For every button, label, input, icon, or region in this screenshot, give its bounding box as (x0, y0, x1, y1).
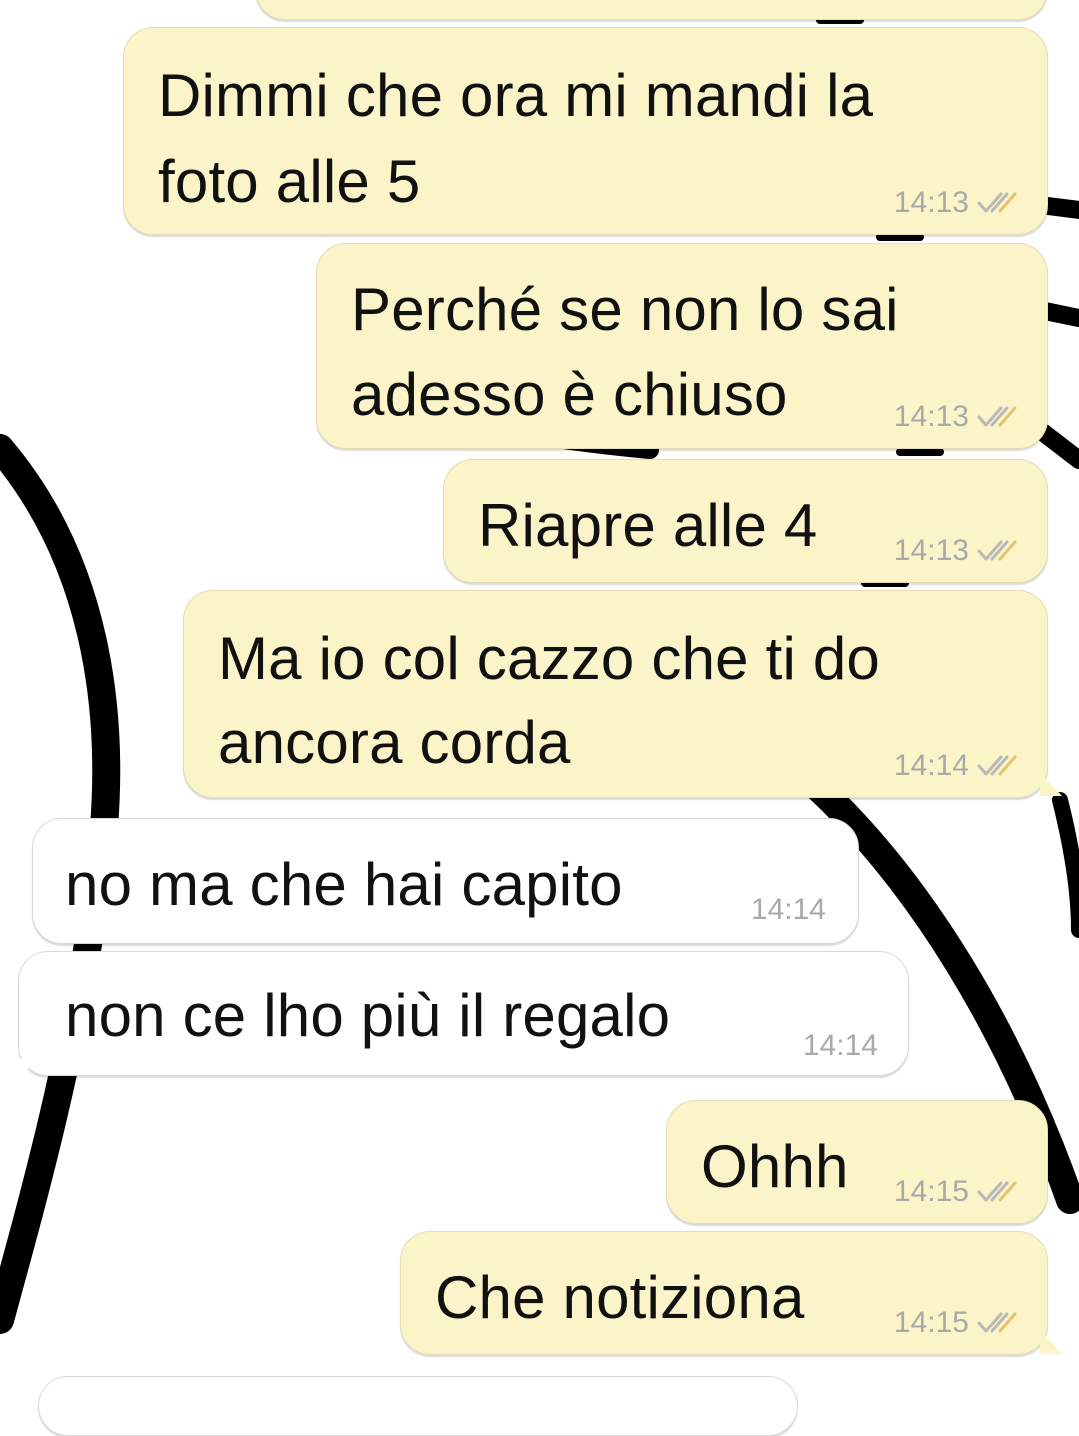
message-4-bubble[interactable]: Ma io col cazzo che ti do ancora corda 1… (183, 590, 1048, 798)
double-check-icon (977, 755, 1017, 776)
message-2-time: 14:13 (893, 400, 969, 433)
message-3-line-1: Riapre alle 4 (478, 492, 818, 559)
message-3-bubble[interactable]: Riapre alle 4 14:13 (443, 459, 1048, 583)
message-4-line-1: Ma io col cazzo che ti do (218, 625, 880, 692)
message-8-bubble-tail (1040, 1330, 1062, 1354)
message-4-bubble-tail (1040, 772, 1062, 796)
previous-message-bubble-partial[interactable] (255, 0, 1048, 20)
message-1-line-2: foto alle 5 (158, 148, 421, 215)
message-8-bubble[interactable]: Che notiziona 14:15 (400, 1231, 1048, 1355)
message-2-line-2: adesso è chiuso (351, 361, 788, 428)
double-check-icon (977, 406, 1017, 427)
next-message-bubble-partial[interactable] (38, 1376, 798, 1436)
message-2-line-1: Perché se non lo sai (351, 276, 899, 343)
message-6-time: 14:14 (802, 1029, 878, 1062)
message-7-time: 14:15 (893, 1175, 969, 1208)
message-4-meta: 14:14 (894, 749, 1019, 783)
message-7-line-1: Ohhh (701, 1133, 849, 1200)
message-1-bubble[interactable]: Dimmi che ora mi mandi la foto alle 5 14… (123, 27, 1048, 235)
message-5-time: 14:14 (750, 893, 826, 926)
message-5-bubble[interactable]: no ma che hai capito 14:14 (32, 818, 859, 944)
double-check-icon (977, 1181, 1017, 1202)
double-check-icon (977, 1312, 1017, 1333)
message-3-meta: 14:13 (894, 534, 1019, 568)
message-8-line-1: Che notiziona (435, 1264, 805, 1331)
message-4-line-2: ancora corda (218, 709, 571, 776)
message-5-meta: 14:14 (751, 893, 826, 927)
message-6-bubble[interactable]: non ce lho più il regalo 14:14 (18, 951, 909, 1076)
message-6-bubble-tail (4, 1052, 28, 1076)
message-1-time: 14:13 (893, 186, 969, 219)
message-6-line-1: non ce lho più il regalo (65, 982, 671, 1049)
message-2-bubble[interactable]: Perché se non lo sai adesso è chiuso 14:… (316, 243, 1048, 449)
message-8-meta: 14:15 (894, 1306, 1019, 1340)
double-check-icon (977, 192, 1017, 213)
message-1-meta: 14:13 (894, 186, 1019, 220)
message-2-meta: 14:13 (894, 400, 1019, 434)
message-6-meta: 14:14 (803, 1029, 878, 1063)
chat-thread: Dimmi che ora mi mandi la foto alle 5 14… (0, 0, 1079, 1436)
message-4-time: 14:14 (893, 749, 969, 782)
message-3-time: 14:13 (893, 534, 969, 567)
message-7-bubble[interactable]: Ohhh 14:15 (666, 1100, 1048, 1224)
double-check-icon (977, 540, 1017, 561)
message-5-line-1: no ma che hai capito (65, 851, 623, 918)
message-7-meta: 14:15 (894, 1175, 1019, 1209)
message-8-time: 14:15 (893, 1306, 969, 1339)
message-1-line-1: Dimmi che ora mi mandi la (158, 62, 874, 129)
